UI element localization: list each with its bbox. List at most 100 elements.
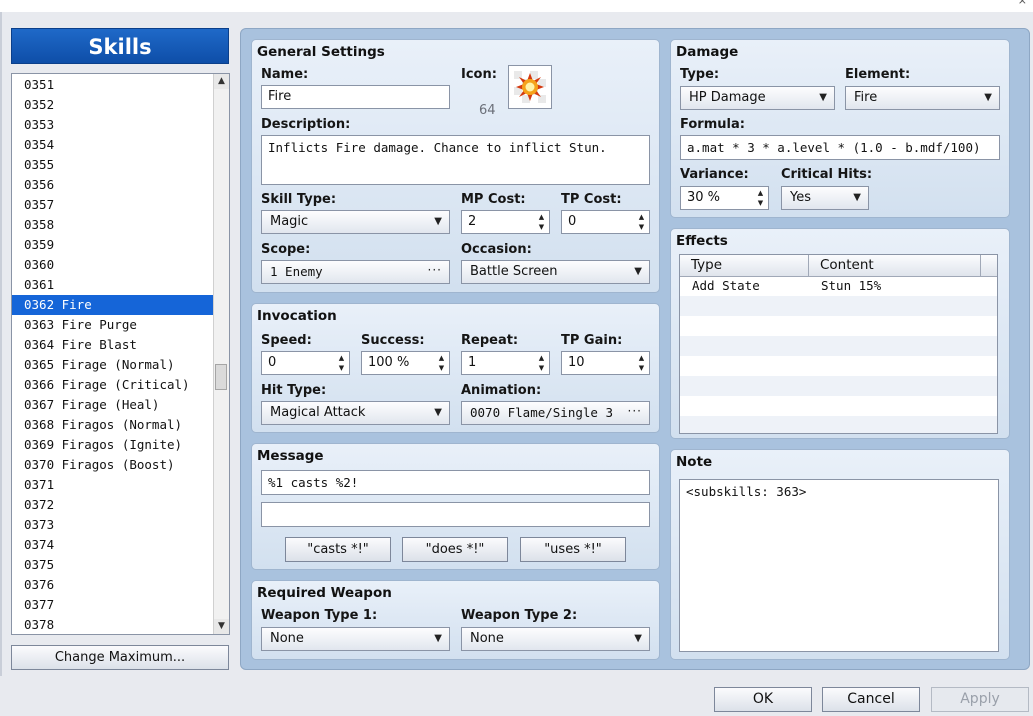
- stepper-arrows-icon[interactable]: ▲ ▼: [756, 188, 765, 208]
- list-item[interactable]: 0351: [12, 75, 213, 95]
- list-item[interactable]: 0359: [12, 235, 213, 255]
- mp-cost-value: 2: [468, 214, 477, 229]
- animation-select[interactable]: 0070 Flame/Single 3 ···: [461, 401, 650, 425]
- message-line-1[interactable]: %1 casts %2!: [261, 470, 650, 495]
- element-select[interactable]: Fire ▼: [845, 86, 1000, 110]
- repeat-stepper[interactable]: 1 ▲ ▼: [461, 351, 550, 375]
- effects-col-content[interactable]: Content: [809, 255, 981, 276]
- scope-select[interactable]: 1 Enemy ···: [261, 260, 450, 284]
- critical-hits-value: Yes: [790, 190, 811, 205]
- general-settings-panel: General Settings Name: Fire Icon: 64 Des…: [251, 39, 660, 293]
- list-item[interactable]: 0377: [12, 595, 213, 615]
- damage-type-select[interactable]: HP Damage ▼: [680, 86, 835, 110]
- casts-button[interactable]: "casts *!": [285, 537, 391, 562]
- list-item[interactable]: 0352: [12, 95, 213, 115]
- formula-field[interactable]: a.mat * 3 * a.level * (1.0 - b.mdf/100): [680, 135, 1000, 160]
- repeat-value: 1: [468, 355, 477, 370]
- stepper-arrows-icon[interactable]: ▲ ▼: [537, 212, 546, 232]
- does-button[interactable]: "does *!": [402, 537, 508, 562]
- list-item[interactable]: 0374: [12, 535, 213, 555]
- close-icon[interactable]: ×: [1018, 0, 1027, 7]
- stepper-arrows-icon[interactable]: ▲ ▼: [437, 353, 446, 373]
- change-maximum-button[interactable]: Change Maximum...: [11, 645, 229, 670]
- cancel-button[interactable]: Cancel: [822, 687, 920, 712]
- list-item[interactable]: 0362 Fire: [12, 295, 213, 315]
- speed-stepper[interactable]: 0 ▲ ▼: [261, 351, 350, 375]
- list-item[interactable]: 0371: [12, 475, 213, 495]
- list-item[interactable]: 0372: [12, 495, 213, 515]
- list-item[interactable]: 0373: [12, 515, 213, 535]
- message-title: Message: [257, 448, 324, 464]
- message-line-2[interactable]: [261, 502, 650, 527]
- name-field[interactable]: Fire: [261, 85, 450, 109]
- scroll-down-icon[interactable]: ▼: [214, 619, 229, 634]
- skills-list-scrollbar[interactable]: ▲ ▼: [213, 74, 229, 634]
- weapon-type-2-select[interactable]: None ▼: [461, 627, 650, 651]
- variance-value: 30 %: [687, 190, 721, 205]
- uses-button[interactable]: "uses *!": [520, 537, 626, 562]
- effects-col-type[interactable]: Type: [680, 255, 809, 276]
- effects-table[interactable]: Type Content Add State Stun 15%: [679, 254, 998, 434]
- description-field[interactable]: Inflicts Fire damage. Chance to inflict …: [261, 135, 650, 185]
- tp-cost-stepper[interactable]: 0 ▲ ▼: [561, 210, 650, 234]
- list-item[interactable]: 0375: [12, 555, 213, 575]
- effects-title: Effects: [676, 233, 728, 249]
- success-stepper[interactable]: 100 % ▲ ▼: [361, 351, 450, 375]
- variance-stepper[interactable]: 30 % ▲ ▼: [680, 186, 769, 210]
- table-row[interactable]: [680, 336, 997, 356]
- damage-type-label: Type:: [680, 67, 720, 82]
- table-row[interactable]: [680, 356, 997, 376]
- tp-cost-label: TP Cost:: [561, 192, 622, 207]
- ok-button[interactable]: OK: [714, 687, 812, 712]
- invocation-title: Invocation: [257, 308, 337, 324]
- table-row[interactable]: Add State Stun 15%: [680, 276, 997, 296]
- list-item[interactable]: 0378: [12, 615, 213, 634]
- list-item[interactable]: 0364 Fire Blast: [12, 335, 213, 355]
- table-row[interactable]: [680, 376, 997, 396]
- list-item[interactable]: 0365 Firage (Normal): [12, 355, 213, 375]
- list-item[interactable]: 0358: [12, 215, 213, 235]
- list-item[interactable]: 0361: [12, 275, 213, 295]
- list-item[interactable]: 0368 Firagos (Normal): [12, 415, 213, 435]
- skill-type-select[interactable]: Magic ▼: [261, 210, 450, 234]
- stepper-arrows-icon[interactable]: ▲ ▼: [637, 212, 646, 232]
- table-row[interactable]: [680, 396, 997, 416]
- table-row[interactable]: [680, 316, 997, 336]
- list-item[interactable]: 0357: [12, 195, 213, 215]
- stepper-arrows-icon[interactable]: ▲ ▼: [637, 353, 646, 373]
- list-item[interactable]: 0354: [12, 135, 213, 155]
- weapon-type-1-select[interactable]: None ▼: [261, 627, 450, 651]
- list-item[interactable]: 0369 Firagos (Ignite): [12, 435, 213, 455]
- note-panel: Note <subskills: 363>: [670, 449, 1010, 660]
- apply-button[interactable]: Apply: [931, 687, 1029, 712]
- note-field[interactable]: <subskills: 363>: [679, 479, 999, 652]
- repeat-label: Repeat:: [461, 333, 519, 348]
- hit-type-select[interactable]: Magical Attack ▼: [261, 401, 450, 425]
- tp-gain-stepper[interactable]: 10 ▲ ▼: [561, 351, 650, 375]
- list-item[interactable]: 0356: [12, 175, 213, 195]
- scroll-thumb[interactable]: [215, 364, 227, 390]
- list-item[interactable]: 0355: [12, 155, 213, 175]
- list-item[interactable]: 0360: [12, 255, 213, 275]
- table-row[interactable]: [680, 416, 997, 433]
- tp-cost-value: 0: [568, 214, 577, 229]
- list-item[interactable]: 0370 Firagos (Boost): [12, 455, 213, 475]
- ellipsis-icon: ···: [427, 263, 442, 277]
- list-item[interactable]: 0376: [12, 575, 213, 595]
- stepper-arrows-icon[interactable]: ▲ ▼: [537, 353, 546, 373]
- hit-type-value: Magical Attack: [270, 405, 366, 420]
- skills-list[interactable]: 0351 0352 0353 0354 0355 0356 0357 0358 0359 0360…: [11, 73, 230, 635]
- chevron-down-icon: ▼: [984, 92, 992, 103]
- list-item[interactable]: 0367 Firage (Heal): [12, 395, 213, 415]
- occasion-select[interactable]: Battle Screen ▼: [461, 260, 650, 284]
- scroll-up-icon[interactable]: ▲: [214, 74, 229, 89]
- chevron-down-icon: ▼: [434, 216, 442, 227]
- stepper-arrows-icon[interactable]: ▲ ▼: [337, 353, 346, 373]
- table-row[interactable]: [680, 296, 997, 316]
- list-item[interactable]: 0353: [12, 115, 213, 135]
- mp-cost-stepper[interactable]: 2 ▲ ▼: [461, 210, 550, 234]
- list-item[interactable]: 0366 Firage (Critical): [12, 375, 213, 395]
- critical-hits-select[interactable]: Yes ▼: [781, 186, 869, 210]
- skill-icon-picker[interactable]: [508, 65, 552, 109]
- list-item[interactable]: 0363 Fire Purge: [12, 315, 213, 335]
